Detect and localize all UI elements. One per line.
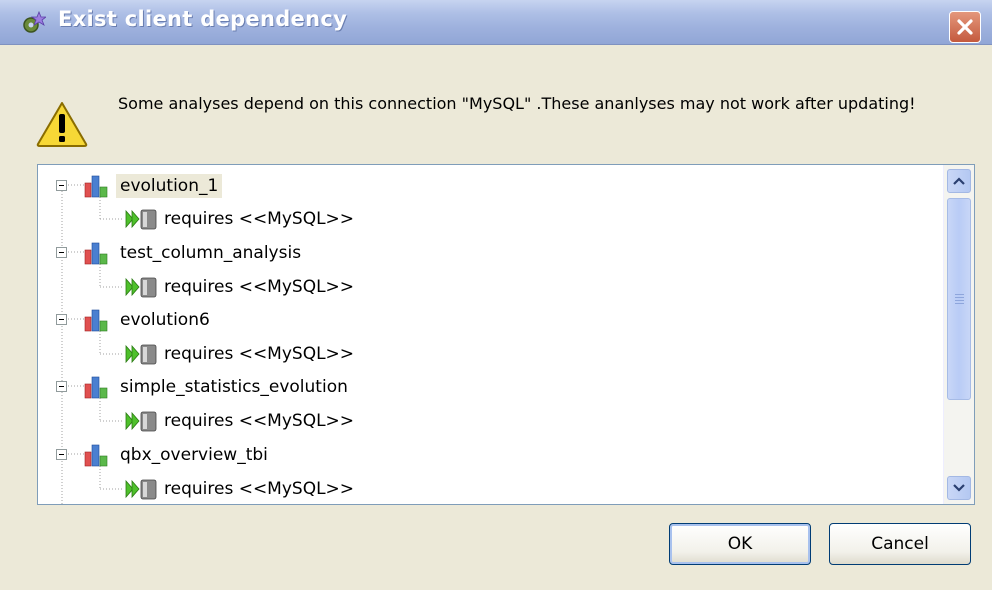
tree-item-analysis[interactable]: qbx_overview_tbi (84, 438, 272, 472)
tree-item-label: requires <<MySQL>> (164, 411, 355, 431)
grip-line (955, 297, 964, 298)
tree-item-analysis[interactable]: evolution_1 (84, 169, 223, 203)
tree-item-label: requires <<MySQL>> (164, 479, 355, 499)
tree-item-label: evolution6 (120, 310, 210, 330)
close-button[interactable] (949, 11, 981, 43)
tree-item-dependency[interactable]: requires <<MySQL>> (124, 472, 355, 504)
chevron-down-icon (953, 484, 965, 492)
grip-line (955, 303, 964, 304)
scroll-thumb[interactable] (947, 198, 971, 400)
bar-chart-icon (84, 444, 108, 467)
tree-item-label: requires <<MySQL>> (164, 277, 355, 297)
title-bar[interactable]: Exist client dependency (0, 0, 992, 45)
bar-chart-icon (84, 309, 108, 332)
cancel-button[interactable]: Cancel (829, 523, 971, 565)
tree-item-label: requires <<MySQL>> (164, 209, 355, 229)
close-icon (957, 19, 973, 35)
collapse-toggle[interactable] (56, 381, 67, 392)
warning-message: Some analyses depend on this connection … (118, 94, 916, 113)
vertical-scrollbar[interactable] (943, 165, 974, 504)
bar-chart-icon (84, 175, 108, 198)
requires-connection-icon (125, 344, 157, 365)
gear-star-icon (23, 10, 46, 33)
bar-chart-icon (84, 376, 108, 399)
tree-item-label: qbx_overview_tbi (120, 445, 268, 465)
requires-connection-icon (125, 209, 157, 230)
tree-item-analysis[interactable]: test_column_analysis (84, 236, 305, 270)
warning-icon (36, 102, 88, 147)
ok-button[interactable]: OK (669, 523, 811, 565)
tree-item-dependency[interactable]: requires <<MySQL>> (124, 202, 354, 236)
chevron-up-icon (953, 177, 965, 185)
tree-item-dependency[interactable]: requires <<MySQL>> (124, 270, 354, 304)
collapse-toggle[interactable] (56, 314, 67, 325)
collapse-toggle[interactable] (56, 449, 67, 460)
tree-item-dependency[interactable]: requires <<MySQL>> (124, 337, 354, 371)
scroll-up-button[interactable] (947, 169, 971, 193)
collapse-toggle[interactable] (56, 247, 67, 258)
requires-connection-icon (125, 277, 157, 298)
grip-line (955, 300, 964, 301)
grip-line (955, 294, 964, 295)
tree-item-label: evolution_1 (116, 174, 223, 198)
scroll-down-button[interactable] (947, 476, 971, 500)
requires-connection-icon (125, 479, 157, 500)
tree-item-label: test_column_analysis (120, 243, 302, 263)
tree-item-label: requires <<MySQL>> (164, 344, 355, 364)
bar-chart-icon (84, 242, 108, 265)
tree-item-dependency[interactable]: requires <<MySQL>> (124, 404, 354, 438)
collapse-toggle[interactable] (56, 180, 67, 191)
tree-item-label: simple_statistics_evolution (120, 377, 348, 397)
tree-item-analysis[interactable]: evolution6 (84, 303, 214, 337)
window-title: Exist client dependency (58, 7, 348, 31)
dependency-tree[interactable]: evolution_1 requires <<MySQL>> test_colu… (37, 164, 975, 505)
tree-item-analysis[interactable]: simple_statistics_evolution (84, 370, 352, 404)
requires-connection-icon (125, 411, 157, 432)
